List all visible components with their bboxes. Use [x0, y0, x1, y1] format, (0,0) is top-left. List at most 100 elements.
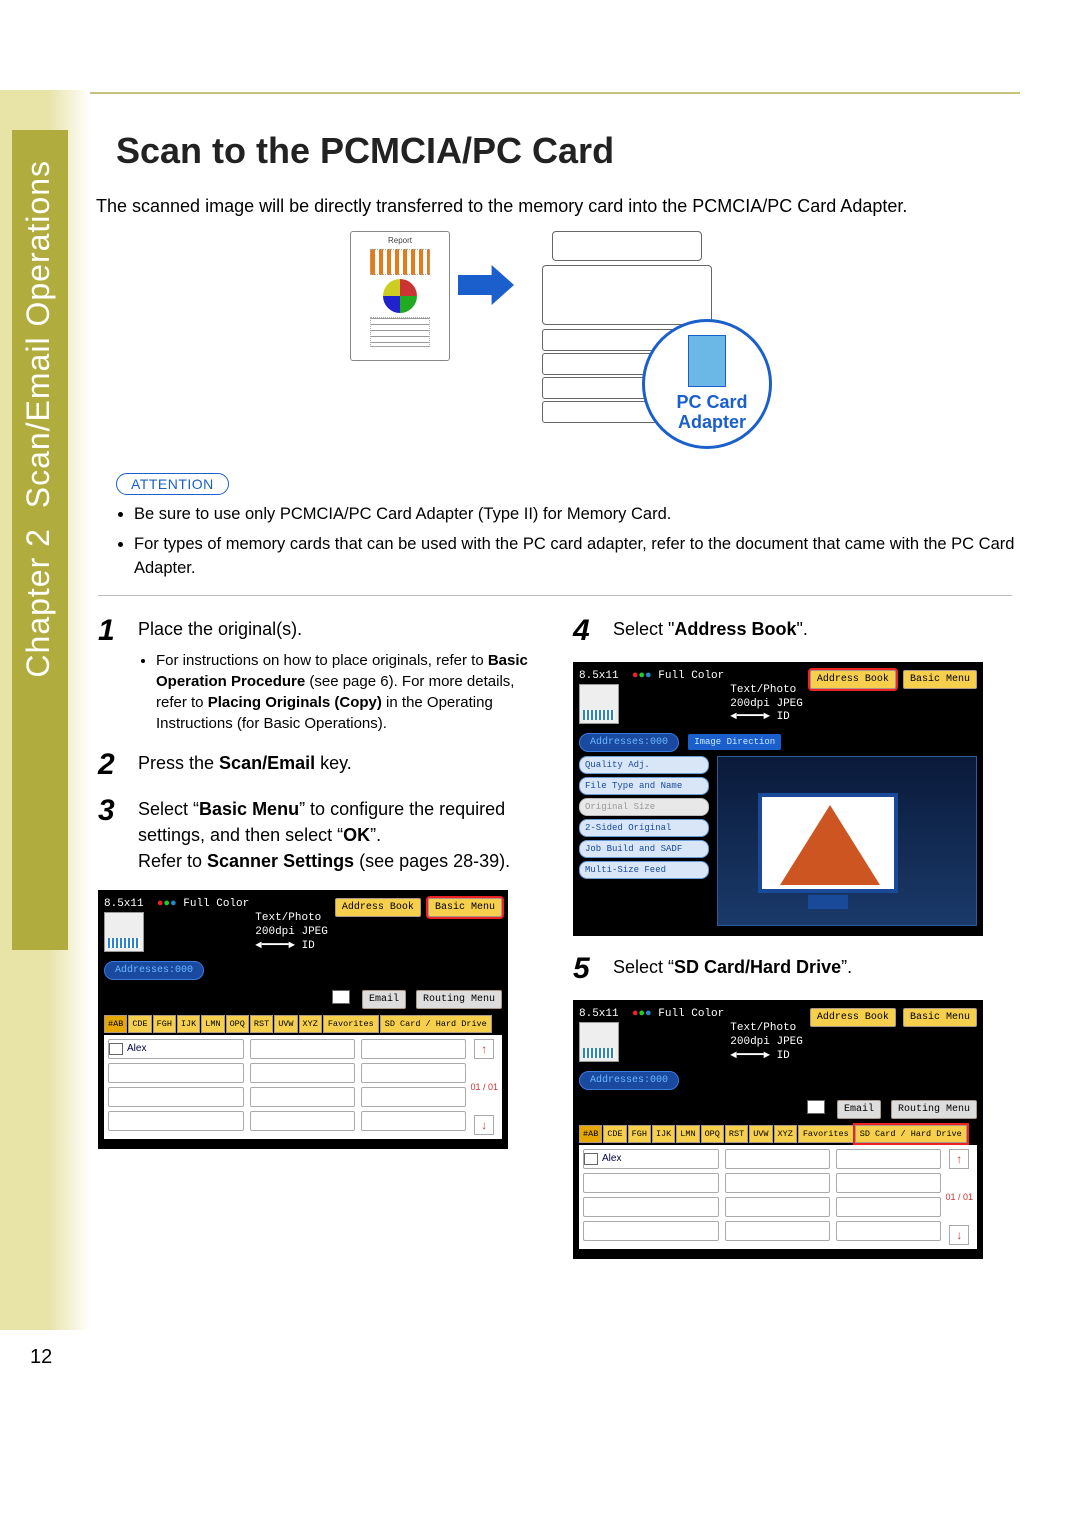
- contact-entry[interactable]: [250, 1063, 355, 1083]
- original-size-button[interactable]: Original Size: [579, 798, 709, 816]
- contact-entry[interactable]: [725, 1197, 830, 1217]
- screen-step4: 8.5x11 ●●● Full Color Text/Photo 200dpi …: [573, 662, 983, 936]
- step-4-text: Select "Address Book".: [613, 616, 1020, 646]
- address-book-button[interactable]: Address Book: [335, 898, 421, 917]
- page-indicator: 01 / 01: [945, 1192, 973, 1202]
- step-5-text: Select “SD Card/Hard Drive”.: [613, 954, 1020, 984]
- email-button[interactable]: Email: [837, 1100, 881, 1119]
- contact-entry[interactable]: Alex: [108, 1039, 244, 1059]
- adapter-label: PC CardAdapter: [662, 393, 762, 433]
- alpha-tab[interactable]: RST: [725, 1125, 748, 1143]
- alpha-tab[interactable]: XYZ: [299, 1015, 322, 1033]
- contact-entry[interactable]: [250, 1111, 355, 1131]
- contact-entry[interactable]: [836, 1173, 941, 1193]
- contact-entry[interactable]: [836, 1197, 941, 1217]
- routing-menu-button[interactable]: Routing Menu: [416, 990, 502, 1009]
- basic-menu-button[interactable]: Basic Menu: [903, 1008, 977, 1027]
- step-3-text: Select “Basic Menu” to configure the req…: [138, 796, 545, 874]
- monitor-icon: [758, 793, 898, 893]
- file-type-button[interactable]: File Type and Name: [579, 777, 709, 795]
- alpha-tabs: #AB CDE FGH IJK LMN OPQ RST UVW XYZ Favo…: [104, 1015, 502, 1033]
- contact-entry[interactable]: [725, 1173, 830, 1193]
- intro-text: The scanned image will be directly trans…: [96, 196, 1020, 217]
- alpha-tab[interactable]: OPQ: [226, 1015, 249, 1033]
- attention-item: Be sure to use only PCMCIA/PC Card Adapt…: [134, 503, 1020, 527]
- paper-icon: [104, 912, 144, 952]
- sample-document-icon: Report: [350, 231, 450, 361]
- page-indicator: 01 / 01: [470, 1082, 498, 1092]
- alpha-tab[interactable]: FGH: [628, 1125, 651, 1143]
- page-title: Scan to the PCMCIA/PC Card: [116, 130, 1020, 172]
- alpha-tab[interactable]: IJK: [652, 1125, 675, 1143]
- attention-badge: ATTENTION: [116, 473, 229, 495]
- chapter-label: Chapter 2 Scan/Email Operations: [20, 160, 57, 678]
- step-1-note: For instructions on how to place origina…: [156, 650, 545, 734]
- contact-entry[interactable]: [583, 1173, 719, 1193]
- pc-card-icon: [688, 335, 726, 387]
- contact-entry[interactable]: [250, 1087, 355, 1107]
- alpha-tab[interactable]: CDE: [603, 1125, 626, 1143]
- sd-card-tab[interactable]: SD Card / Hard Drive: [380, 1015, 492, 1033]
- scroll-up-icon[interactable]: ↑: [474, 1039, 494, 1059]
- alpha-tab[interactable]: #AB: [579, 1125, 602, 1143]
- scroll-up-icon[interactable]: ↑: [949, 1149, 969, 1169]
- screen-step5: 8.5x11 ●●● Full Color Text/Photo 200dpi …: [573, 1000, 983, 1259]
- contact-entry[interactable]: [250, 1039, 355, 1059]
- favorites-tab[interactable]: Favorites: [798, 1125, 854, 1143]
- basic-menu-button[interactable]: Basic Menu: [428, 898, 502, 917]
- pc-icon: [584, 1153, 598, 1165]
- alpha-tab[interactable]: RST: [250, 1015, 273, 1033]
- alpha-tab[interactable]: FGH: [153, 1015, 176, 1033]
- alpha-tab[interactable]: LMN: [201, 1015, 224, 1033]
- alpha-tabs: #AB CDE FGH IJK LMN OPQ RST UVW XYZ Favo…: [579, 1125, 977, 1143]
- contact-entry[interactable]: [583, 1197, 719, 1217]
- contact-entry[interactable]: [108, 1111, 244, 1131]
- alpha-tab[interactable]: XYZ: [774, 1125, 797, 1143]
- contact-entry[interactable]: Alex: [583, 1149, 719, 1169]
- step-number: 5: [573, 954, 613, 984]
- contact-entry[interactable]: [725, 1149, 830, 1169]
- contact-entry[interactable]: [361, 1039, 466, 1059]
- contact-entry[interactable]: [361, 1063, 466, 1083]
- contact-entry[interactable]: [836, 1149, 941, 1169]
- attention-item: For types of memory cards that can be us…: [134, 533, 1020, 581]
- paper-icon: [579, 1022, 619, 1062]
- favorites-tab[interactable]: Favorites: [323, 1015, 379, 1033]
- alpha-tab[interactable]: UVW: [274, 1015, 297, 1033]
- job-build-button[interactable]: Job Build and SADF: [579, 840, 709, 858]
- alpha-tab[interactable]: OPQ: [701, 1125, 724, 1143]
- alpha-tab[interactable]: CDE: [128, 1015, 151, 1033]
- alpha-tab[interactable]: #AB: [104, 1015, 127, 1033]
- step-number: 3: [98, 796, 138, 874]
- contact-entry[interactable]: [725, 1221, 830, 1241]
- sd-card-tab[interactable]: SD Card / Hard Drive: [855, 1125, 967, 1143]
- step-number: 2: [98, 750, 138, 780]
- arrow-icon: [458, 265, 514, 305]
- contact-entry[interactable]: [108, 1087, 244, 1107]
- addresses-counter[interactable]: Addresses:000: [579, 1071, 679, 1090]
- contact-entry[interactable]: [108, 1063, 244, 1083]
- two-sided-button[interactable]: 2-Sided Original: [579, 819, 709, 837]
- alpha-tab[interactable]: IJK: [177, 1015, 200, 1033]
- alpha-tab[interactable]: UVW: [749, 1125, 772, 1143]
- printer-diagram: Report PC CardAdapter: [340, 231, 770, 461]
- address-book-button[interactable]: Address Book: [810, 670, 896, 689]
- scroll-down-icon[interactable]: ↓: [474, 1115, 494, 1135]
- addresses-counter[interactable]: Addresses:000: [579, 733, 679, 752]
- routing-menu-button[interactable]: Routing Menu: [891, 1100, 977, 1119]
- alpha-tab[interactable]: LMN: [676, 1125, 699, 1143]
- scroll-down-icon[interactable]: ↓: [949, 1225, 969, 1245]
- address-book-button[interactable]: Address Book: [810, 1008, 896, 1027]
- contact-entry[interactable]: [361, 1087, 466, 1107]
- contact-entry[interactable]: [836, 1221, 941, 1241]
- basic-menu-button[interactable]: Basic Menu: [903, 670, 977, 689]
- contact-entry[interactable]: [361, 1111, 466, 1131]
- quality-adj-button[interactable]: Quality Adj.: [579, 756, 709, 774]
- addresses-counter[interactable]: Addresses:000: [104, 961, 204, 980]
- attention-list: Be sure to use only PCMCIA/PC Card Adapt…: [134, 503, 1020, 581]
- email-button[interactable]: Email: [362, 990, 406, 1009]
- preview-panel: [717, 756, 977, 926]
- contact-entry[interactable]: [583, 1221, 719, 1241]
- screen-step3: 8.5x11 ●●● Full Color Text/Photo 200dpi …: [98, 890, 508, 1149]
- multi-size-button[interactable]: Multi-Size Feed: [579, 861, 709, 879]
